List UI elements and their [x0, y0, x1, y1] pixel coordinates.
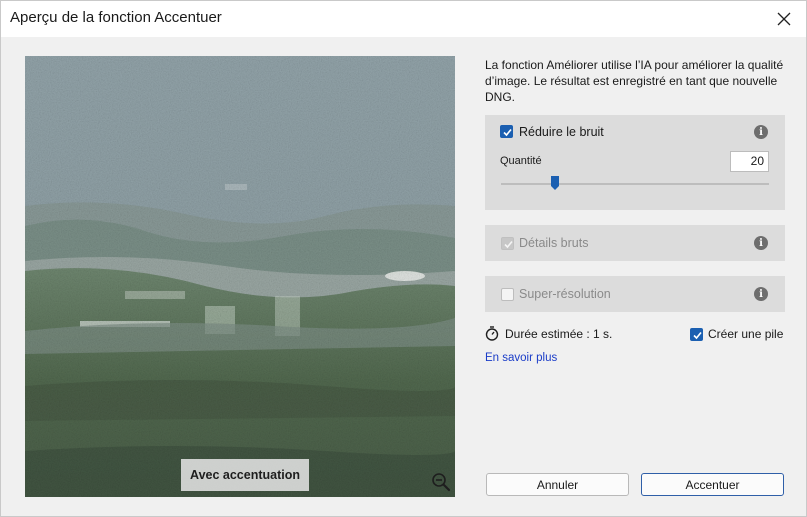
quantity-input[interactable]: 20 [730, 151, 769, 172]
checkmark-icon [503, 128, 512, 137]
enhance-button[interactable]: Accentuer [641, 473, 784, 496]
cancel-button[interactable]: Annuler [486, 473, 629, 496]
learn-more-link[interactable]: En savoir plus [485, 352, 557, 364]
raw-details-label: Détails bruts [519, 236, 589, 250]
quantity-slider-thumb[interactable] [550, 176, 559, 190]
estimated-duration: Durée estimée : 1 s. [505, 327, 613, 341]
zoom-out-icon[interactable] [430, 471, 452, 493]
info-icon[interactable]: i [754, 287, 768, 301]
enhance-preview-dialog: Aperçu de la fonction Accentuer Avec acc… [0, 0, 807, 517]
denoise-label: Réduire le bruit [519, 125, 604, 139]
window-title: Aperçu de la fonction Accentuer [10, 9, 222, 26]
denoise-checkbox[interactable] [500, 125, 513, 138]
denoise-section: Réduire le bruit i Quantité 20 [485, 115, 785, 210]
quantity-slider-track[interactable] [501, 183, 769, 185]
info-icon[interactable]: i [754, 236, 768, 250]
super-resolution-label: Super-résolution [519, 287, 611, 301]
feature-description: La fonction Améliorer utilise l’IA pour … [485, 58, 784, 104]
preview-image[interactable]: Avec accentuation [25, 56, 455, 497]
close-button[interactable] [762, 1, 806, 37]
preview-overlay-label: Avec accentuation [181, 459, 309, 491]
checkmark-icon [504, 240, 513, 249]
raw-details-section: Détails bruts i [485, 225, 785, 261]
title-bar: Aperçu de la fonction Accentuer [1, 1, 806, 37]
preview-landscape [25, 56, 455, 497]
create-stack-checkbox[interactable] [690, 328, 703, 341]
checkmark-icon [693, 331, 702, 340]
super-resolution-section: Super-résolution i [485, 276, 785, 312]
close-icon [777, 12, 791, 26]
create-stack-label: Créer une pile [708, 327, 784, 341]
quantity-label: Quantité [500, 155, 542, 167]
stopwatch-icon [485, 326, 499, 341]
info-icon[interactable]: i [754, 125, 768, 139]
raw-details-checkbox[interactable] [501, 237, 514, 250]
super-resolution-checkbox[interactable] [501, 288, 514, 301]
